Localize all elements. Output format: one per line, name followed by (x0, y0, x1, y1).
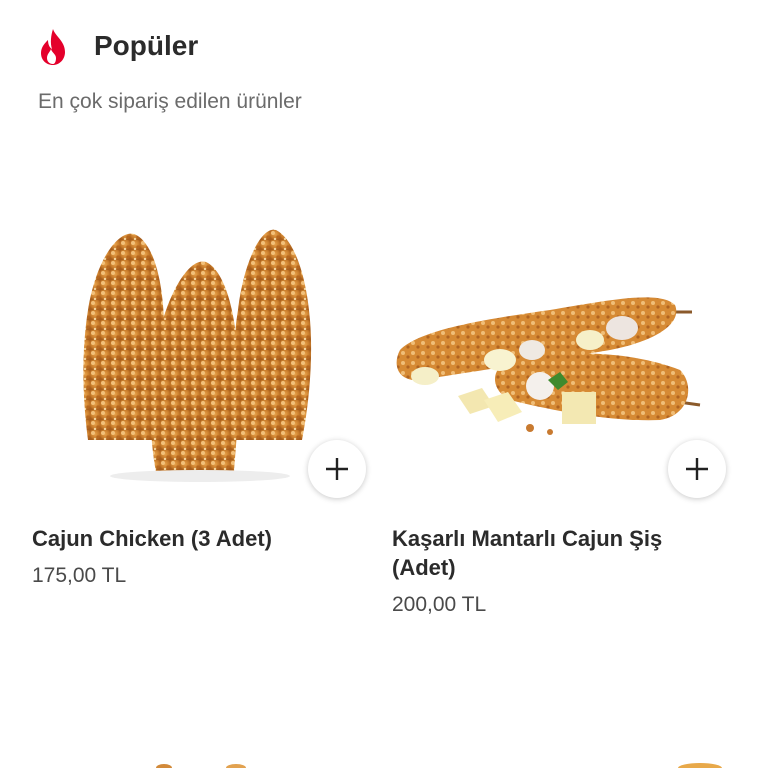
add-to-cart-button[interactable] (308, 440, 366, 498)
product-name[interactable]: Kaşarlı Mantarlı Cajun Şiş (Adet) (392, 524, 722, 582)
flame-icon (41, 29, 65, 65)
product-price: 175,00 TL (32, 564, 127, 587)
next-product-image-peek (678, 763, 722, 768)
next-product-image-peek (156, 764, 246, 768)
section-subtitle: En çok sipariş edilen ürünler (38, 90, 302, 113)
product-card[interactable]: Kaşarlı Mantarlı Cajun Şiş (Adet) 200,00… (390, 200, 740, 640)
product-price: 200,00 TL (392, 593, 487, 616)
plus-icon (686, 458, 708, 480)
section-title: Popüler (94, 30, 199, 61)
add-to-cart-button[interactable] (668, 440, 726, 498)
product-card[interactable]: Cajun Chicken (3 Adet) 175,00 TL (30, 200, 380, 640)
plus-icon (326, 458, 348, 480)
product-name[interactable]: Cajun Chicken (3 Adet) (32, 524, 362, 553)
